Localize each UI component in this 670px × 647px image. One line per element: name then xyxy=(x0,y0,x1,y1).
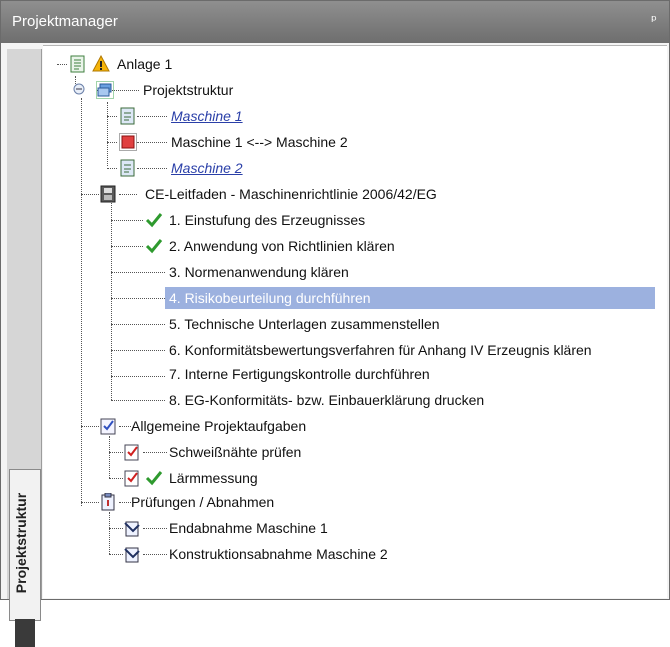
tree-node-konstruktionsabnahme[interactable]: Konstruktionsabnahme Maschine 2 xyxy=(169,543,388,565)
tree-view: Anlage 1 Projektstruktur Maschine 1 Masc… xyxy=(43,45,667,598)
tree-line xyxy=(119,502,131,503)
side-tab-scroll-end xyxy=(15,619,35,647)
tree-node-projektstruktur[interactable]: Projektstruktur xyxy=(143,79,233,101)
tree-line xyxy=(119,426,131,427)
inspection-icon xyxy=(101,493,115,511)
tree-node-laermmessung[interactable]: Lärmmessung xyxy=(169,467,258,489)
inspection-item-icon xyxy=(124,547,140,563)
tree-node-step-1[interactable]: 1. Einstufung des Erzeugnisses xyxy=(169,209,365,231)
tree-node-ce-leitfaden[interactable]: CE-Leitfaden - Maschinenrichtlinie 2006/… xyxy=(145,183,437,205)
check-icon xyxy=(145,471,163,486)
inspection-item-icon xyxy=(124,521,140,537)
collapse-icon[interactable] xyxy=(73,83,85,95)
tree-node-step-5[interactable]: 5. Technische Unterlagen zusammenstellen xyxy=(169,313,440,335)
task-icon xyxy=(124,444,139,461)
tree-line xyxy=(109,452,123,453)
tree-line xyxy=(107,116,117,117)
tree-node-allgemeine-projektaufgaben[interactable]: Allgemeine Projektaufgaben xyxy=(131,415,306,437)
tree-line xyxy=(137,142,167,143)
structure-icon xyxy=(96,81,114,99)
tree-line xyxy=(109,478,123,479)
warning-icon xyxy=(92,55,110,72)
machine-icon xyxy=(120,159,135,177)
guide-icon xyxy=(100,185,116,203)
tree-line xyxy=(109,528,123,529)
tree-line xyxy=(81,194,99,195)
machine-icon xyxy=(120,107,135,125)
tree-line xyxy=(107,168,117,169)
tree-line xyxy=(143,554,167,555)
tree-node-maschine-1[interactable]: Maschine 1 xyxy=(171,105,243,127)
tree-node-interface[interactable]: Maschine 1 <--> Maschine 2 xyxy=(171,131,348,153)
tree-node-step-3[interactable]: 3. Normenanwendung klären xyxy=(169,261,349,283)
tree-line xyxy=(81,502,99,503)
tree-line xyxy=(111,194,112,400)
tree-node-step-8[interactable]: 8. EG-Konformitäts- bzw. Einbauerklärung… xyxy=(169,389,484,411)
tree-node-step-7[interactable]: 7. Interne Fertigungskontrolle durchführ… xyxy=(169,363,430,385)
tree-node-step-6[interactable]: 6. Konformitätsbewertungsverfahren für A… xyxy=(169,339,592,361)
panel-title: Projektmanager xyxy=(12,13,118,30)
tree-line xyxy=(111,400,165,401)
tree-line xyxy=(143,528,167,529)
tree-node-schweissnaehte[interactable]: Schweißnähte prüfen xyxy=(169,441,301,463)
check-icon xyxy=(145,213,163,228)
task-icon xyxy=(124,470,139,487)
tree-line xyxy=(81,98,82,506)
tree-line xyxy=(107,142,117,143)
tree-line xyxy=(111,324,165,325)
tree-line xyxy=(137,116,167,117)
tree-line xyxy=(111,350,165,351)
tree-line xyxy=(119,194,137,195)
tree-node-anlage-1[interactable]: Anlage 1 xyxy=(117,53,172,75)
side-tab-label: Projektstruktur xyxy=(13,492,29,594)
side-tab-projektstruktur[interactable]: Projektstruktur xyxy=(9,469,41,621)
document-icon xyxy=(70,55,85,73)
tree-node-pruefungen-abnahmen[interactable]: Prüfungen / Abnahmen xyxy=(131,491,274,513)
pin-icon[interactable]: ᵖ xyxy=(651,13,657,29)
tree-node-endabnahme[interactable]: Endabnahme Maschine 1 xyxy=(169,517,328,539)
task-list-icon xyxy=(100,418,116,435)
tree-line xyxy=(137,168,167,169)
tree-line xyxy=(111,376,165,377)
side-tab-strip: Projektstruktur xyxy=(7,49,42,647)
tree-line xyxy=(57,64,67,65)
tree-line xyxy=(109,554,123,555)
tree-line xyxy=(111,298,165,299)
tree-line xyxy=(143,452,167,453)
tree-line xyxy=(81,426,99,427)
tree-node-step-2[interactable]: 2. Anwendung von Richtlinien klären xyxy=(169,235,395,257)
panel-titlebar: Projektmanager ᵖ xyxy=(1,1,669,43)
interface-icon xyxy=(119,133,137,151)
tree-line xyxy=(107,102,108,166)
check-icon xyxy=(145,239,163,254)
tree-node-step-4-selected[interactable]: 4. Risikobeurteilung durchführen xyxy=(165,287,655,309)
tree-line xyxy=(111,272,165,273)
tree-line xyxy=(109,512,110,554)
tree-line xyxy=(109,436,110,478)
tree-line xyxy=(111,220,143,221)
tree-line xyxy=(111,246,143,247)
tree-node-maschine-2[interactable]: Maschine 2 xyxy=(171,157,243,179)
project-manager-panel: Projektmanager ᵖ Projektstruktur Anlage … xyxy=(0,0,670,647)
